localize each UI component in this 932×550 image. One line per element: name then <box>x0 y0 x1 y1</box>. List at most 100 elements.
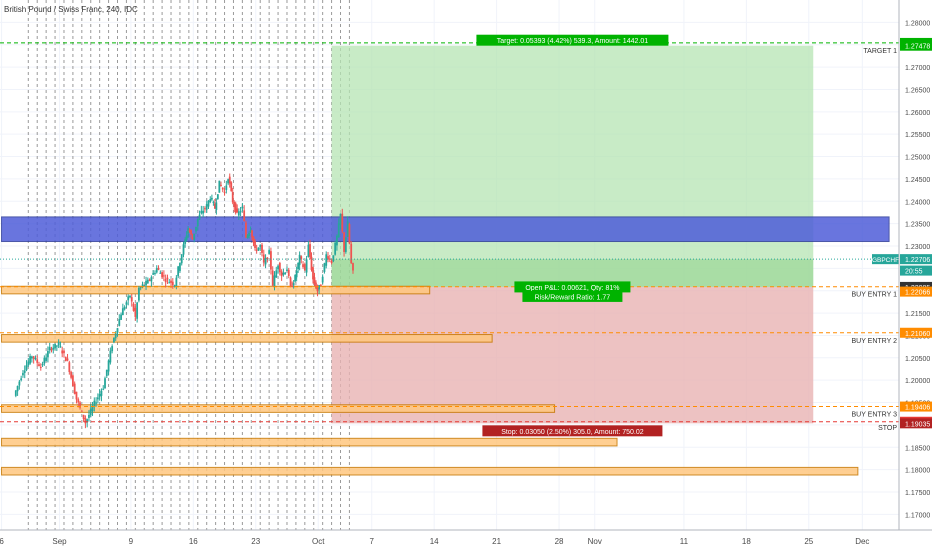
price-tick-label: 1.20500 <box>905 356 930 363</box>
level-label: BUY ENTRY 1 <box>851 292 897 299</box>
candle-body <box>196 218 199 227</box>
demand-zone-orange[interactable] <box>1 334 493 343</box>
candle-body <box>273 275 276 287</box>
candle-body <box>150 277 153 282</box>
time-tick-label: 7 <box>369 537 374 546</box>
candle-body <box>50 348 53 351</box>
candle-body <box>191 237 194 240</box>
axis-price-tag: 20:55 <box>905 269 923 276</box>
candle-body <box>302 264 304 267</box>
candle-body <box>251 230 253 238</box>
candle-body <box>230 182 233 191</box>
candle-body <box>202 210 205 214</box>
candle-body <box>270 251 272 270</box>
candle-body <box>118 319 121 326</box>
target-label: Target: 0.05393 (4.42%) 539.3, Amount: 1… <box>497 38 648 45</box>
candle-body <box>125 302 128 305</box>
candle-body <box>66 358 69 361</box>
axis-price-tag: 1.22066 <box>905 290 930 297</box>
candle-body <box>84 418 87 424</box>
candle-body <box>104 378 106 389</box>
candle-body <box>98 393 101 397</box>
candle-body <box>339 213 342 225</box>
demand-zone-orange[interactable] <box>1 466 859 476</box>
axis-price-tag: 1.19035 <box>905 421 930 428</box>
candle-body <box>292 283 295 286</box>
level-label: BUY ENTRY 3 <box>851 412 897 419</box>
candle-body <box>132 303 135 311</box>
demand-zone-orange[interactable] <box>1 404 556 413</box>
candle-body <box>107 360 110 372</box>
price-chart[interactable]: TARGET 1 BUY ENTRY 1 BUY ENTRY 2 BUY ENTRY … <box>0 0 932 550</box>
demand-zone-orange[interactable] <box>1 285 431 295</box>
time-tick-label: 25 <box>804 537 813 546</box>
demand-zone-orange[interactable] <box>1 437 618 447</box>
candle-body <box>143 285 146 287</box>
candle-body <box>193 233 196 240</box>
time-tick-label: 18 <box>742 537 751 546</box>
candle-body <box>307 244 310 257</box>
candle-body <box>216 194 219 199</box>
candle-body <box>170 280 172 283</box>
candle-body <box>319 284 322 286</box>
time-tick-label: Nov <box>588 537 602 546</box>
candle-body <box>268 250 271 254</box>
candle-body <box>257 247 260 251</box>
candle-body <box>120 314 122 320</box>
candle-body <box>350 243 353 264</box>
candle-body <box>161 272 163 278</box>
candle-body <box>336 235 338 246</box>
supply-zone-blue[interactable] <box>1 216 890 243</box>
axis-price-tag: 1.22706 <box>905 257 930 264</box>
candle-body <box>148 279 151 281</box>
candle-body <box>14 390 17 396</box>
candle-body <box>146 279 149 284</box>
price-tick-label: 1.23500 <box>905 222 930 229</box>
candle-body <box>343 232 345 252</box>
candle-body <box>177 266 180 277</box>
candle-body <box>287 269 290 277</box>
candle-body <box>30 356 33 359</box>
candle-body <box>88 414 90 418</box>
candle-body <box>129 295 131 298</box>
price-tick-label: 1.23000 <box>905 244 930 251</box>
candle-body <box>209 198 212 202</box>
time-tick-label: Dec <box>855 537 869 546</box>
candle-body <box>171 281 174 286</box>
candle-body <box>41 364 44 366</box>
candle-body <box>227 179 230 184</box>
candle-body <box>334 242 337 255</box>
candle-body <box>73 383 76 394</box>
price-tick-label: 1.21500 <box>905 311 930 318</box>
candle-body <box>259 245 262 247</box>
price-tick-label: 1.26500 <box>905 87 930 94</box>
price-tick-label: 1.17500 <box>905 490 930 497</box>
time-tick-label: 11 <box>680 537 689 546</box>
candle-body <box>195 226 197 232</box>
candle-body <box>48 346 51 351</box>
candle-body <box>89 408 92 416</box>
price-tick-label: 1.25000 <box>905 155 930 162</box>
time-tick-label: 28 <box>555 537 564 546</box>
profit-zone[interactable] <box>331 45 814 287</box>
candle-body <box>220 184 222 187</box>
candle-body <box>95 402 97 404</box>
candle-body <box>241 206 244 209</box>
loss-zone[interactable] <box>331 286 814 424</box>
candle-body <box>211 197 213 200</box>
axis-price-tag: 1.19406 <box>905 405 930 412</box>
symbol-tag: GBPCHF <box>872 257 899 264</box>
candle-body <box>54 343 56 349</box>
candle-body <box>239 211 242 213</box>
candle-body <box>105 369 108 376</box>
candle-body <box>36 359 39 363</box>
candle-body <box>243 210 246 221</box>
candle-body <box>337 223 340 238</box>
candle-body <box>68 362 71 373</box>
candle-body <box>245 222 247 238</box>
candle-body <box>303 264 306 271</box>
candle-body <box>341 213 344 232</box>
time-axis-panel[interactable] <box>0 530 932 550</box>
candle-body <box>22 373 24 376</box>
candle-body <box>298 254 301 266</box>
